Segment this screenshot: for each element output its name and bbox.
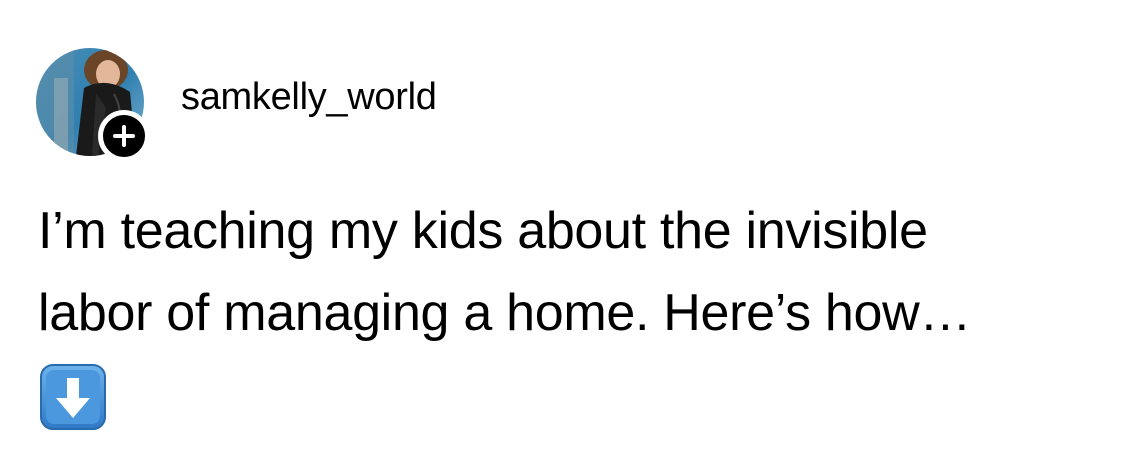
post-header: samkelly_world — [36, 46, 437, 162]
post-text-line-1: I’m teaching my kids about the invisible — [38, 202, 928, 260]
down-arrow-emoji-icon — [40, 364, 106, 430]
username-link[interactable]: samkelly_world — [181, 76, 437, 119]
follow-button[interactable] — [98, 110, 150, 162]
avatar-container — [36, 48, 150, 162]
plus-icon — [113, 125, 135, 147]
post-text-line-2: labor of managing a home. Here’s how… — [38, 284, 972, 342]
post-text: I’m teaching my kids about the invisible… — [38, 190, 1118, 354]
